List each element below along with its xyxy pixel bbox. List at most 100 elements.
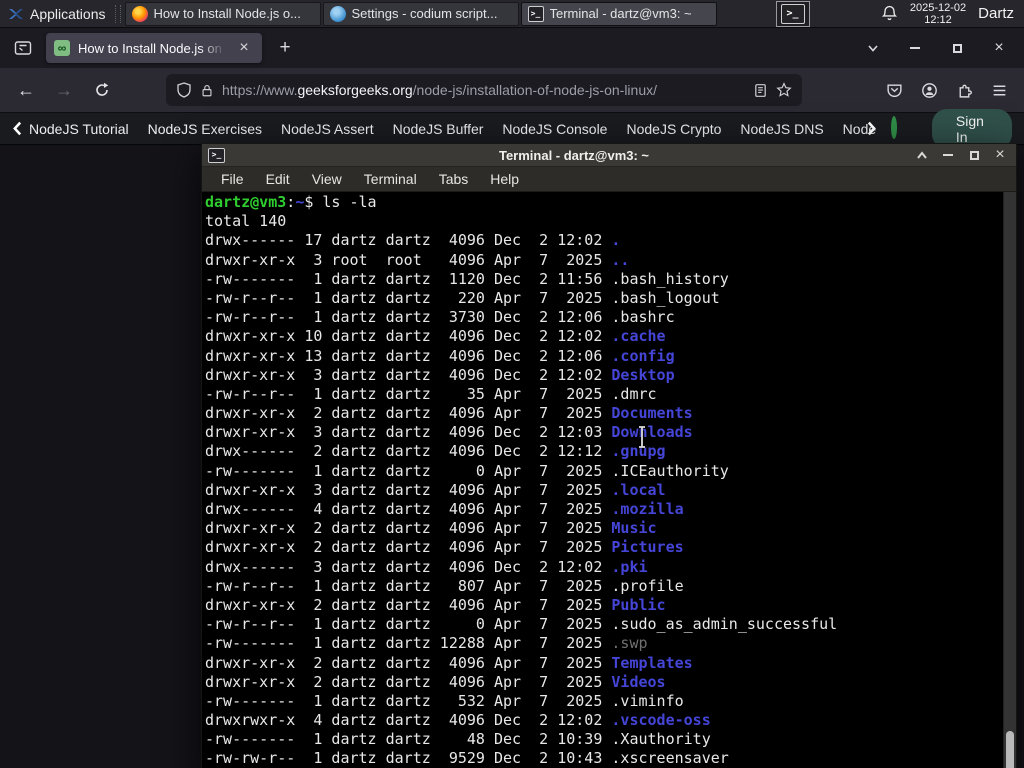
menu-terminal[interactable]: Terminal bbox=[353, 167, 428, 191]
file-meta: -rw------- 1 dartz dartz 48 Dec 2 10:39 bbox=[205, 730, 612, 749]
file-meta: drwxr-xr-x 10 dartz dartz 4096 Dec 2 12:… bbox=[205, 327, 612, 346]
clock-date: 2025-12-02 bbox=[909, 1, 967, 14]
file-meta: -rw-r--r-- 1 dartz dartz 35 Apr 7 2025 bbox=[205, 384, 612, 403]
terminal-line: drwxr-xr-x 3 dartz dartz 4096 Dec 2 12:0… bbox=[205, 366, 1016, 385]
site-nav-item[interactable]: NodeJS Tutorial bbox=[29, 121, 129, 137]
site-search-button[interactable] bbox=[891, 115, 906, 139]
reload-button[interactable] bbox=[86, 74, 118, 106]
menu-tabs[interactable]: Tabs bbox=[428, 167, 480, 191]
terminal-line: drwxr-xr-x 2 dartz dartz 4096 Apr 7 2025… bbox=[205, 538, 1016, 557]
window-tasklist: How to Install Node.js o... Settings - co… bbox=[124, 0, 718, 27]
bookmark-star-icon[interactable] bbox=[776, 82, 792, 98]
terminal-shade-button[interactable] bbox=[914, 147, 930, 163]
site-nav-item[interactable]: NodeJS Assert bbox=[281, 121, 374, 137]
terminal-close-button[interactable]: × bbox=[992, 147, 1008, 163]
site-nav-item[interactable]: NodeJS Crypto bbox=[626, 121, 721, 137]
site-nav-item[interactable]: NodeJS Buffer bbox=[393, 121, 484, 137]
panel-handle bbox=[114, 4, 121, 23]
browser-minimize-button[interactable] bbox=[898, 34, 932, 62]
terminal-scrollbar[interactable] bbox=[1003, 192, 1016, 768]
browser-tab[interactable]: How to Install Node.js on × bbox=[46, 33, 262, 63]
applications-menu-button[interactable]: Applications bbox=[0, 0, 112, 27]
new-tab-button[interactable]: + bbox=[270, 34, 300, 62]
tab-close-button[interactable]: × bbox=[234, 38, 254, 58]
url-bar[interactable]: https://www.geeksforgeeks.org/node-js/in… bbox=[166, 74, 802, 106]
file-name: .viminfo bbox=[611, 691, 684, 710]
terminal-line: -rw-r--r-- 1 dartz dartz 807 Apr 7 2025 … bbox=[205, 577, 1016, 596]
menu-edit[interactable]: Edit bbox=[255, 167, 301, 191]
lock-icon[interactable] bbox=[200, 83, 214, 98]
shield-icon[interactable] bbox=[176, 82, 192, 98]
back-button[interactable]: ← bbox=[10, 74, 42, 106]
file-meta: drwx------ 4 dartz dartz 4096 Apr 7 2025 bbox=[205, 500, 612, 518]
terminal-line: -rw-r--r-- 1 dartz dartz 3730 Dec 2 12:0… bbox=[205, 308, 1016, 327]
nav-scroll-left-button[interactable] bbox=[12, 121, 23, 136]
prompt-cwd: ~ bbox=[295, 193, 305, 211]
site-nav-item[interactable]: NodeJS DNS bbox=[740, 121, 823, 137]
pocket-button[interactable] bbox=[879, 75, 909, 105]
task-button-terminal[interactable]: Terminal - dartz@vm3: ~ bbox=[520, 1, 717, 26]
minimize-icon bbox=[943, 154, 953, 156]
terminal-maximize-button[interactable] bbox=[966, 147, 982, 163]
task-button-firefox[interactable]: How to Install Node.js o... bbox=[124, 1, 321, 26]
menu-file[interactable]: File bbox=[210, 167, 255, 191]
tab-title: How to Install Node.js on bbox=[78, 40, 222, 56]
firefox-icon bbox=[131, 5, 148, 22]
panel-clock[interactable]: 2025-12-02 12:12 bbox=[910, 2, 966, 26]
reader-mode-icon[interactable] bbox=[753, 83, 768, 98]
extensions-button[interactable] bbox=[949, 75, 979, 105]
mouse-ibeam-cursor bbox=[639, 426, 645, 448]
notification-bell-icon[interactable] bbox=[881, 5, 898, 22]
file-meta: -rw-r--r-- 1 dartz dartz 3730 Dec 2 12:0… bbox=[205, 308, 612, 327]
terminal-line: -rw------- 1 dartz dartz 48 Dec 2 10:39 … bbox=[205, 730, 1016, 749]
file-meta: drwxr-xr-x 3 dartz dartz 4096 Dec 2 12:0… bbox=[205, 423, 612, 442]
site-nav-item[interactable]: NodeJS Console bbox=[502, 121, 607, 137]
terminal-total-line: total 140 bbox=[205, 212, 287, 231]
url-path: /node-js/installation-of-node-js-on-linu… bbox=[412, 82, 657, 98]
dir-name: .config bbox=[611, 346, 675, 365]
forward-button[interactable]: → bbox=[48, 74, 80, 106]
dir-name: .vscode-oss bbox=[611, 711, 711, 730]
terminal-titlebar[interactable]: Terminal - dartz@vm3: ~ × bbox=[202, 144, 1016, 167]
terminal-line: drwxrwxr-x 4 dartz dartz 4096 Dec 2 12:0… bbox=[205, 711, 1016, 730]
terminal-line: -rw-r--r-- 1 dartz dartz 35 Apr 7 2025 .… bbox=[205, 385, 1016, 404]
menu-help[interactable]: Help bbox=[479, 167, 530, 191]
file-meta: drwxr-xr-x 2 dartz dartz 4096 Apr 7 2025 bbox=[205, 595, 612, 614]
prompt-command: $ ls -la bbox=[304, 193, 377, 211]
nav-scroll-right-button[interactable] bbox=[866, 121, 877, 136]
dir-name: Videos bbox=[611, 672, 666, 691]
dir-name: Public bbox=[611, 595, 666, 614]
task-button-codium[interactable]: Settings - codium script... bbox=[322, 1, 519, 26]
menu-view[interactable]: View bbox=[301, 167, 353, 191]
terminal-icon bbox=[527, 5, 544, 22]
site-nav-item[interactable]: NodeJS Exercises bbox=[148, 121, 262, 137]
file-name: .swp bbox=[611, 634, 648, 653]
toolbar-right-icons bbox=[879, 75, 1014, 105]
dir-name: .. bbox=[611, 250, 630, 269]
dir-name: Documents bbox=[611, 404, 693, 423]
terminal-line: drwxr-xr-x 2 dartz dartz 4096 Apr 7 2025… bbox=[205, 654, 1016, 673]
geeksforgeeks-favicon bbox=[54, 40, 70, 56]
menu-button[interactable] bbox=[984, 75, 1014, 105]
terminal-launcher-button[interactable] bbox=[775, 0, 810, 27]
firefox-view-icon bbox=[14, 41, 32, 55]
account-button[interactable] bbox=[914, 75, 944, 105]
firefox-view-button[interactable] bbox=[8, 34, 38, 62]
browser-close-button[interactable]: × bbox=[982, 34, 1016, 62]
file-name: .dmrc bbox=[611, 384, 657, 403]
terminal-minimize-button[interactable] bbox=[940, 147, 956, 163]
file-meta: -rw------- 1 dartz dartz 1120 Dec 2 11:5… bbox=[205, 269, 612, 288]
terminal-line: drwxr-xr-x 10 dartz dartz 4096 Dec 2 12:… bbox=[205, 327, 1016, 346]
file-meta: -rw------- 1 dartz dartz 532 Apr 7 2025 bbox=[205, 691, 612, 710]
dir-name: Desktop bbox=[611, 365, 675, 384]
applications-label: Applications bbox=[30, 5, 106, 22]
dir-name: Pictures bbox=[611, 538, 684, 557]
scrollbar-thumb[interactable] bbox=[1006, 731, 1014, 768]
terminal-viewport[interactable]: dartz@vm3:~$ ls -la total 140 drwx------ 1… bbox=[202, 192, 1016, 768]
terminal-line: drwxr-xr-x 2 dartz dartz 4096 Apr 7 2025… bbox=[205, 596, 1016, 615]
file-meta: drwxr-xr-x 2 dartz dartz 4096 Apr 7 2025 bbox=[205, 519, 612, 538]
terminal-prompt-line: dartz@vm3:~$ ls -la bbox=[205, 193, 1016, 212]
url-text[interactable]: https://www.geeksforgeeks.org/node-js/in… bbox=[222, 82, 745, 98]
list-all-tabs-button[interactable] bbox=[856, 34, 890, 62]
browser-maximize-button[interactable] bbox=[940, 34, 974, 62]
